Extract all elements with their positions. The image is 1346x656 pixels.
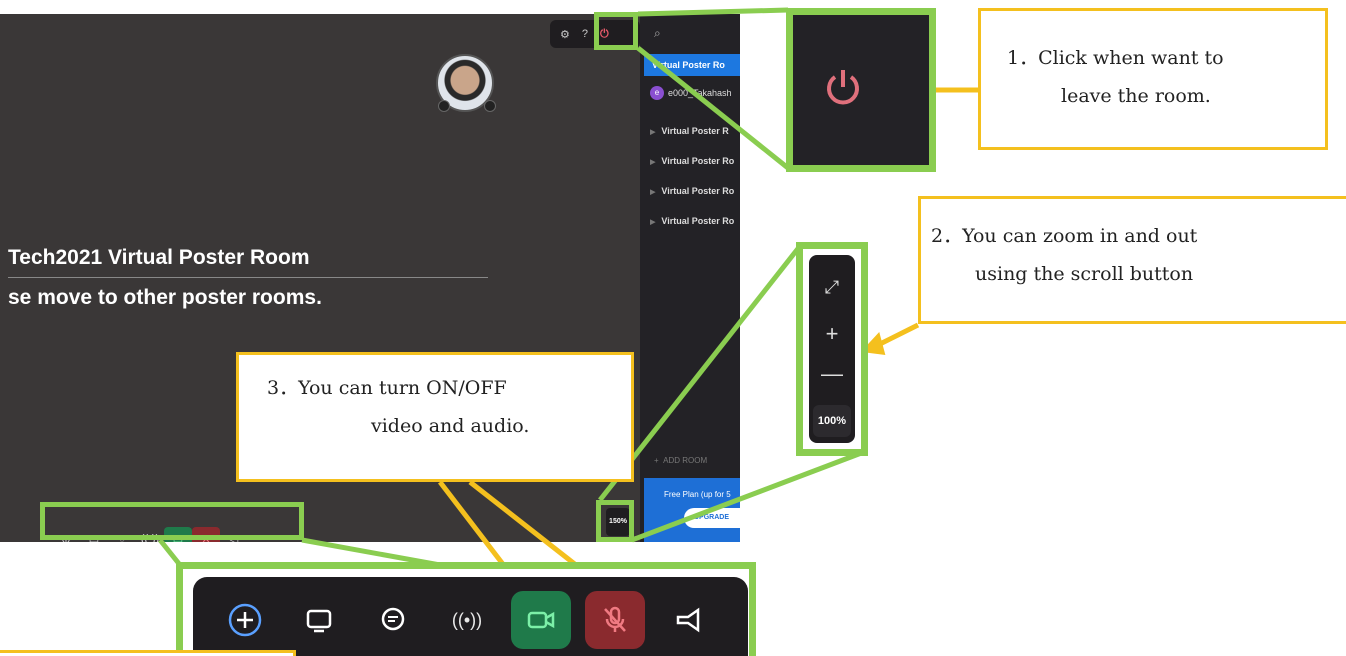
sidebar-active-room[interactable]: Virtual Poster Ro: [644, 54, 740, 76]
camera-status-icon: [438, 100, 450, 112]
search-icon[interactable]: ⌕: [654, 26, 661, 41]
sidebar-room-4[interactable]: ▶ Virtual Poster Ro: [650, 216, 740, 226]
zoom-control-panel: ⤢ + — 100%: [796, 242, 868, 456]
callout-leave-room: 1．Click when want to leave the room.: [978, 8, 1328, 150]
callout-text: video and audio.: [371, 415, 530, 437]
plus-icon[interactable]: +: [809, 321, 855, 347]
sidebar-room-2[interactable]: ▶ Virtual Poster Ro: [650, 156, 740, 166]
megaphone-icon[interactable]: [659, 591, 719, 649]
sidebar-room-1[interactable]: ▶ Virtual Poster R: [650, 126, 740, 136]
participant-name: e000_Takahash: [668, 88, 732, 98]
power-icon[interactable]: [823, 67, 863, 107]
chevron-right-icon: ▶: [650, 129, 656, 136]
broadcast-icon[interactable]: ((•)): [437, 591, 497, 649]
chat-icon[interactable]: [363, 591, 423, 649]
power-zoom-panel: [786, 8, 936, 172]
bottom-toolbar-zoomed: ((•)): [193, 577, 748, 656]
power-highlight: [594, 12, 638, 50]
callout-video-audio: 3．You can turn ON/OFF video and audio.: [236, 352, 634, 482]
zoom-controls: ⤢ + — 100%: [809, 255, 855, 443]
gear-icon[interactable]: ⚙: [560, 28, 570, 41]
room-name: Virtual Poster R: [661, 126, 729, 136]
room-name: Virtual Poster Ro: [652, 60, 725, 70]
title-divider: [8, 277, 488, 278]
minus-icon[interactable]: —: [809, 361, 855, 387]
help-icon[interactable]: ?: [582, 28, 588, 40]
screen-share-icon[interactable]: [289, 591, 349, 649]
zoom-highlight: [596, 500, 634, 542]
callout-text: 2．You can zoom in and out: [931, 225, 1198, 247]
camera-icon[interactable]: [511, 591, 571, 649]
callout-text: leave the room.: [1061, 85, 1211, 107]
room-title: Tech2021 Virtual Poster Room: [8, 246, 310, 269]
user-avatar: e: [650, 86, 664, 100]
callout-text: 3．You can turn ON/OFF: [267, 377, 507, 399]
mic-status-icon: [484, 100, 496, 112]
chevron-right-icon: ▶: [650, 219, 656, 226]
room-participant[interactable]: e e000_Takahash: [650, 86, 732, 100]
room-name: Virtual Poster Ro: [661, 186, 735, 196]
add-room-button[interactable]: + ADD ROOM: [654, 456, 707, 465]
room-sidebar: ⌕ Virtual Poster Ro e e000_Takahash ▶ Virt…: [640, 14, 740, 542]
room-name: Virtual Poster Ro: [661, 156, 735, 166]
callout-text: using the scroll button: [975, 263, 1194, 285]
callout-text: 1．Click when want to: [1007, 47, 1224, 69]
room-name: Virtual Poster Ro: [661, 216, 735, 226]
mic-muted-icon[interactable]: [585, 591, 645, 649]
free-plan-banner: Free Plan (up for 5 UPGRADE: [644, 478, 740, 542]
chevron-right-icon: ▶: [650, 189, 656, 196]
add-room-label: ADD ROOM: [663, 456, 708, 465]
free-plan-label: Free Plan (up for 5: [664, 490, 731, 499]
upgrade-button[interactable]: UPGRADE: [684, 508, 740, 528]
add-icon[interactable]: [215, 591, 275, 649]
room-subtitle: se move to other poster rooms.: [8, 286, 322, 309]
toolbar-zoom-panel: ((•)): [176, 562, 756, 656]
tutorial-canvas: ⚙ ? ⏻ Tech2021 Virtual Poster Room se mo…: [0, 0, 1346, 656]
callout-chat-partial: [0, 650, 296, 656]
callout-zoom: 2．You can zoom in and out using the scro…: [918, 196, 1346, 324]
toolbar-highlight: [40, 502, 304, 540]
chevron-right-icon: ▶: [650, 159, 656, 166]
zoom-level[interactable]: 100%: [813, 405, 851, 437]
sidebar-room-3[interactable]: ▶ Virtual Poster Ro: [650, 186, 740, 196]
expand-icon[interactable]: ⤢: [809, 277, 855, 298]
